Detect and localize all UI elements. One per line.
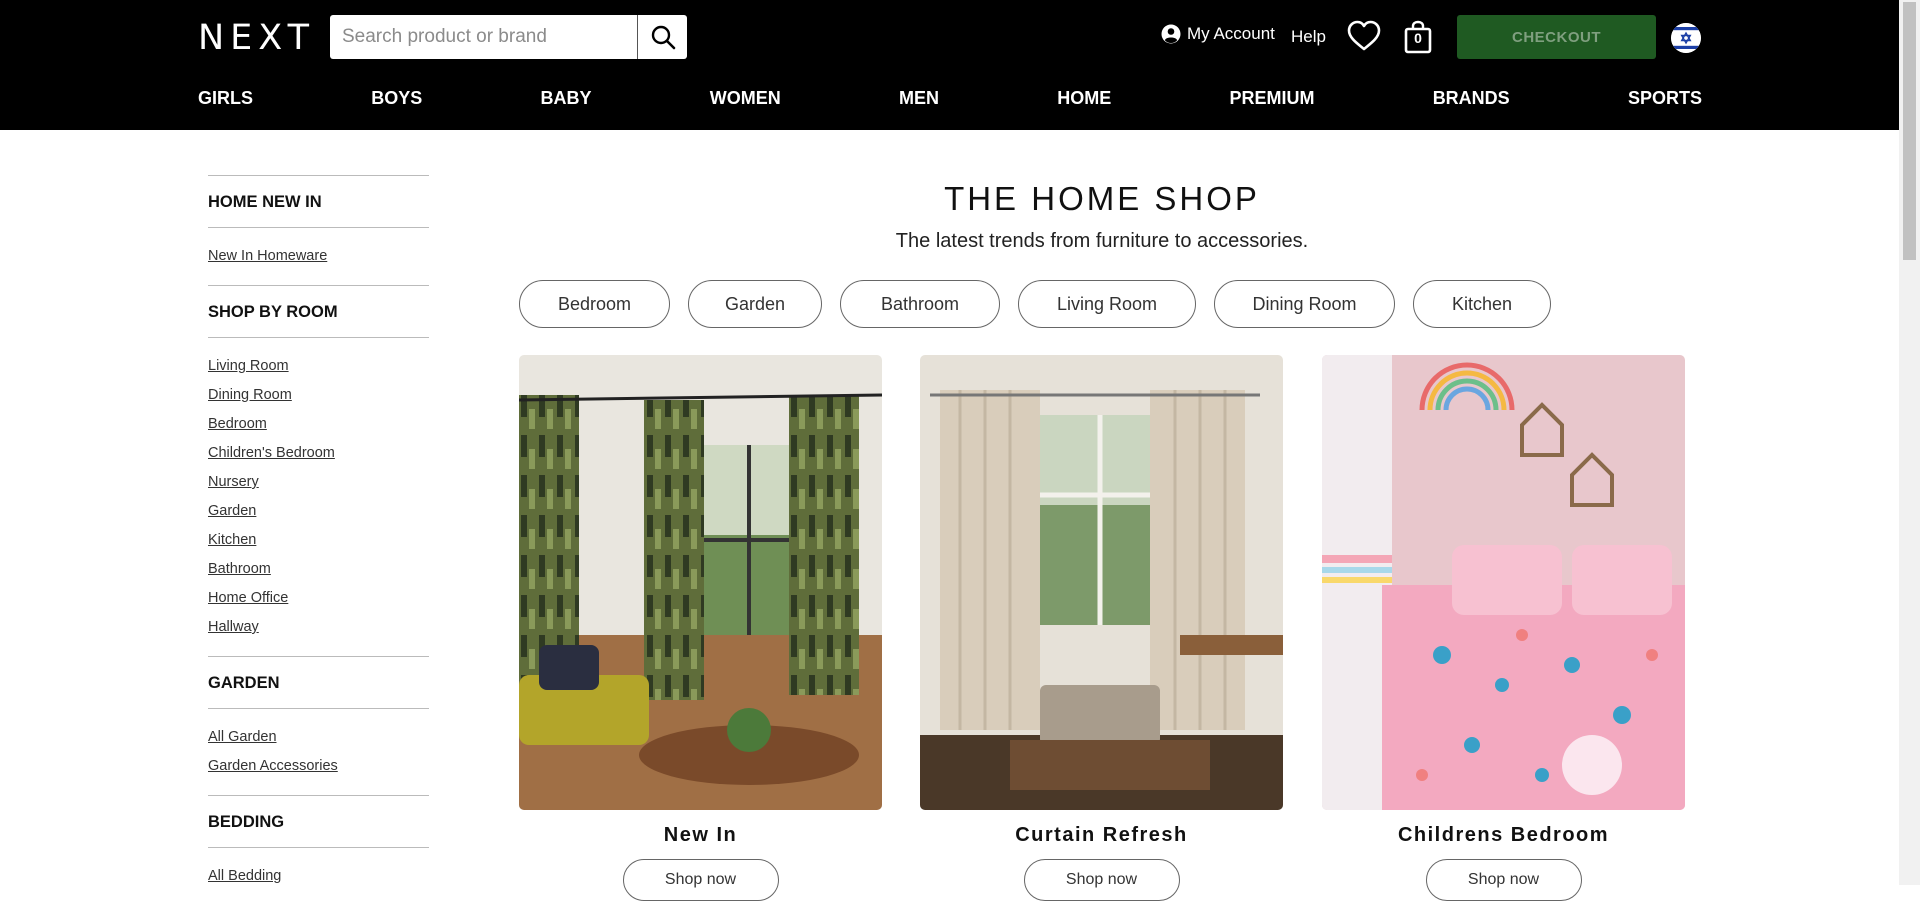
sidebar-section-bedding: BEDDING All Bedding	[208, 795, 429, 905]
sidebar-link[interactable]: Garden Accessories	[208, 752, 429, 781]
page-scrollbar[interactable]	[1899, 0, 1920, 885]
promo-title: Curtain Refresh	[1015, 824, 1188, 846]
scrollbar-thumb[interactable]	[1903, 2, 1916, 260]
nav-girls[interactable]: GIRLS	[198, 88, 253, 118]
sidebar-links: New In Homeware	[208, 228, 429, 285]
promo-image-curtain-refresh[interactable]	[920, 355, 1283, 810]
checkout-button[interactable]: CHECKOUT	[1457, 15, 1656, 59]
sidebar-link[interactable]: Living Room	[208, 352, 429, 381]
nav-baby[interactable]: BABY	[541, 88, 592, 118]
page-title: THE HOME SHOP	[944, 180, 1260, 217]
sidebar-link[interactable]: Children's Bedroom	[208, 439, 429, 468]
search-box	[330, 15, 687, 59]
promo-card-new-in: New In Shop now	[519, 355, 882, 901]
israel-flag-icon	[1671, 23, 1701, 53]
promo-card-childrens-bedroom: Childrens Bedroom Shop now	[1322, 355, 1685, 901]
sidebar-links: All Garden Garden Accessories	[208, 709, 429, 795]
chip-garden[interactable]: Garden	[688, 280, 822, 328]
my-account-link[interactable]: My Account	[1161, 24, 1275, 44]
room-filter-chips: Bedroom Garden Bathroom Living Room Dini…	[519, 280, 1569, 328]
page-subtitle: The latest trends from furniture to acce…	[895, 230, 1309, 252]
shop-now-button[interactable]: Shop now	[622, 859, 779, 901]
bag-count: 0	[1414, 30, 1422, 46]
sidebar-link[interactable]: New In Homeware	[208, 242, 429, 271]
promo-card-curtain-refresh: Curtain Refresh Shop now	[920, 355, 1283, 901]
shopping-bag-button[interactable]: 0	[1403, 20, 1433, 54]
nav-premium[interactable]: PREMIUM	[1229, 88, 1314, 118]
main-navigation: GIRLS BOYS BABY WOMEN MEN HOME PREMIUM B…	[198, 88, 1702, 118]
search-button[interactable]	[637, 15, 687, 59]
curtains-window-image	[920, 355, 1283, 810]
sidebar-link[interactable]: Nursery	[208, 468, 429, 497]
nav-men[interactable]: MEN	[899, 88, 939, 118]
sidebar-links: All Bedding	[208, 848, 429, 905]
sidebar-link[interactable]: Kitchen	[208, 526, 429, 555]
sidebar-link[interactable]: All Garden	[208, 723, 429, 752]
site-header: NEXT My Account Help 0 CHECKOUT	[0, 0, 1899, 130]
nav-boys[interactable]: BOYS	[371, 88, 422, 118]
living-room-curtains-image	[519, 355, 882, 810]
my-account-label: My Account	[1187, 24, 1275, 43]
sidebar-heading[interactable]: HOME NEW IN	[208, 176, 429, 228]
promo-title: Childrens Bedroom	[1397, 824, 1610, 846]
search-input[interactable]	[330, 15, 637, 59]
country-selector[interactable]	[1671, 23, 1701, 53]
nav-brands[interactable]: BRANDS	[1433, 88, 1510, 118]
sidebar-links: Living Room Dining Room Bedroom Children…	[208, 338, 429, 656]
sidebar-link[interactable]: Garden	[208, 497, 429, 526]
next-logo[interactable]: NEXT	[198, 18, 315, 58]
user-icon	[1161, 24, 1181, 44]
nav-women[interactable]: WOMEN	[710, 88, 781, 118]
shop-now-button[interactable]: Shop now	[1425, 859, 1582, 901]
sidebar-heading[interactable]: GARDEN	[208, 657, 429, 709]
chip-bedroom[interactable]: Bedroom	[519, 280, 670, 328]
childrens-bedroom-image	[1322, 355, 1685, 810]
chip-dining-room[interactable]: Dining Room	[1214, 280, 1395, 328]
sidebar-link[interactable]: Bedroom	[208, 410, 429, 439]
sidebar-link[interactable]: Dining Room	[208, 381, 429, 410]
sidebar-link[interactable]: Bathroom	[208, 555, 429, 584]
sidebar-link[interactable]: Hallway	[208, 613, 429, 642]
nav-home[interactable]: HOME	[1057, 88, 1111, 118]
help-link[interactable]: Help	[1291, 27, 1326, 47]
heart-icon	[1347, 20, 1381, 51]
sidebar-section-home-new-in: HOME NEW IN New In Homeware	[208, 175, 429, 285]
sidebar-section-garden: GARDEN All Garden Garden Accessories	[208, 656, 429, 795]
shop-now-button[interactable]: Shop now	[1023, 859, 1180, 901]
sidebar: HOME NEW IN New In Homeware SHOP BY ROOM…	[208, 175, 429, 905]
nav-sports[interactable]: SPORTS	[1628, 88, 1702, 118]
favourites-button[interactable]	[1347, 20, 1381, 57]
promo-image-new-in[interactable]	[519, 355, 882, 810]
promo-image-childrens-bedroom[interactable]	[1322, 355, 1685, 810]
search-icon	[651, 25, 675, 50]
chip-bathroom[interactable]: Bathroom	[840, 280, 1000, 328]
sidebar-section-shop-by-room: SHOP BY ROOM Living Room Dining Room Bed…	[208, 285, 429, 656]
sidebar-link[interactable]: All Bedding	[208, 862, 429, 891]
promo-title: New In	[663, 824, 738, 846]
chip-living-room[interactable]: Living Room	[1018, 280, 1196, 328]
sidebar-heading[interactable]: SHOP BY ROOM	[208, 286, 429, 338]
sidebar-heading[interactable]: BEDDING	[208, 796, 429, 848]
chip-kitchen[interactable]: Kitchen	[1413, 280, 1551, 328]
sidebar-link[interactable]: Home Office	[208, 584, 429, 613]
